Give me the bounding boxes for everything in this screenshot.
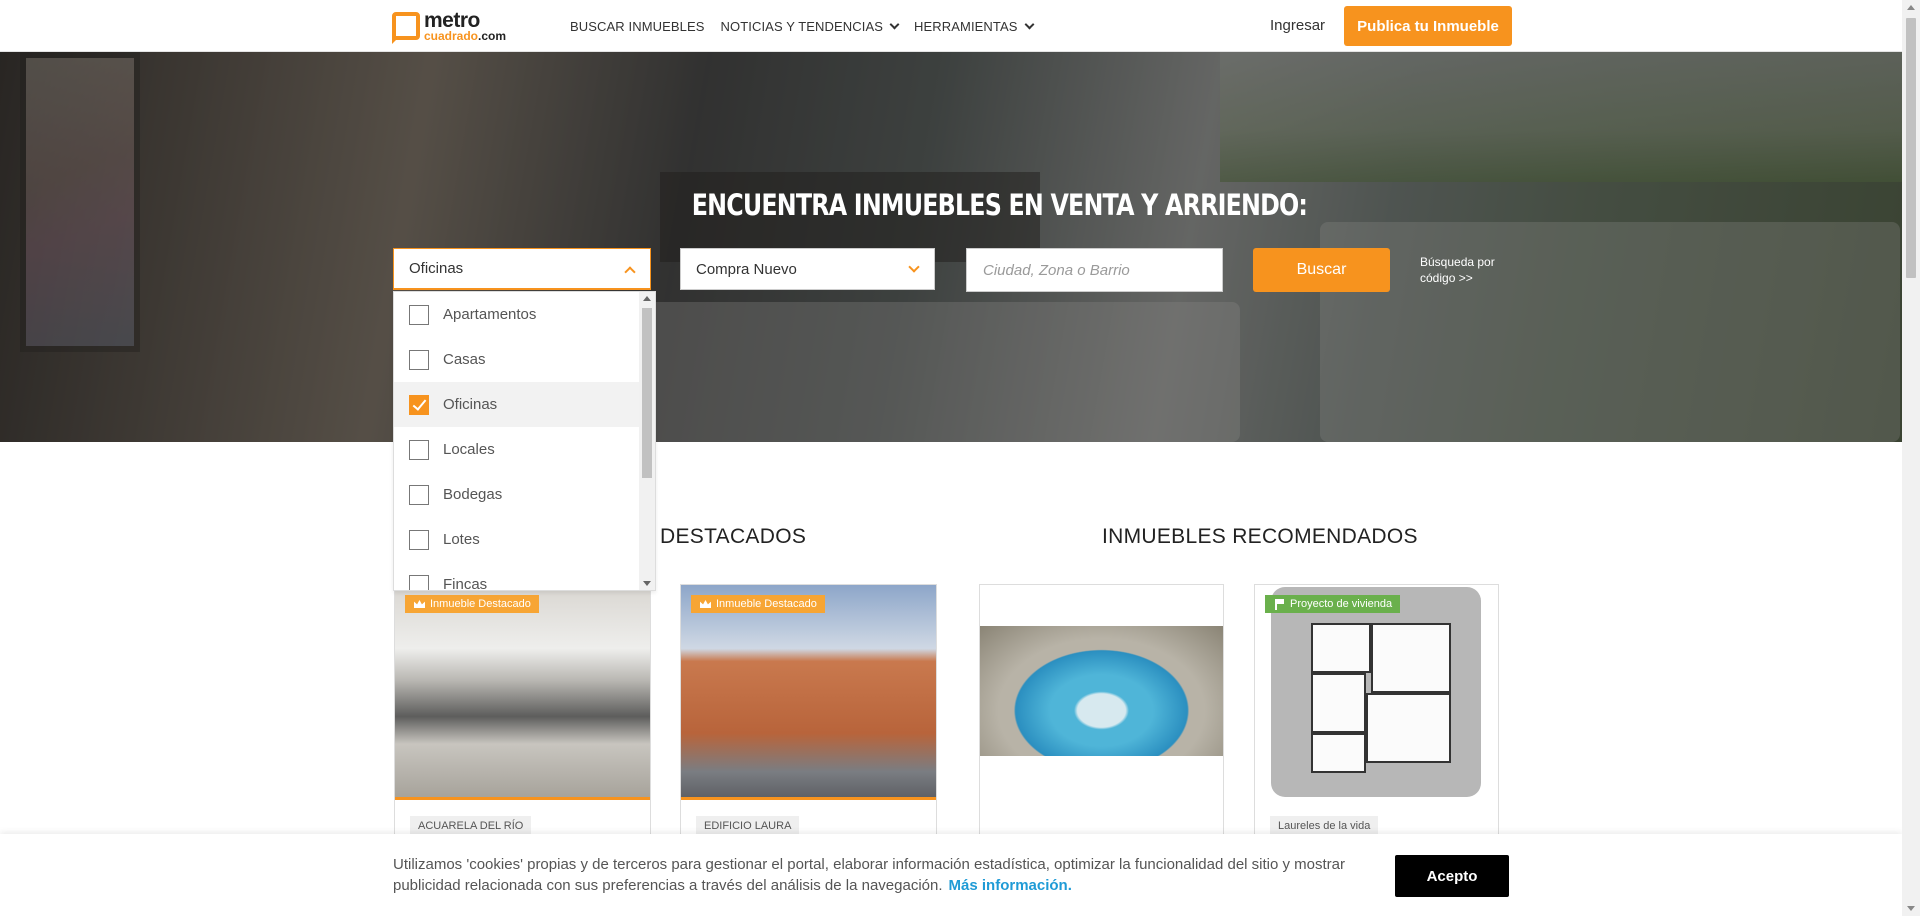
operation-value: Compra Nuevo: [696, 260, 797, 278]
property-type-value: Oficinas: [409, 260, 464, 277]
scroll-down-arrow-icon[interactable]: [1907, 906, 1915, 911]
hero-title: ENCUENTRA INMUEBLES EN VENTA Y ARRIENDO:: [691, 188, 1308, 222]
project-name-tag: EDIFICIO LAURA: [696, 816, 800, 836]
featured-badge: Inmueble Destacado: [691, 595, 825, 613]
dropdown-scrollbar[interactable]: [639, 292, 655, 590]
cookie-text-block: Utilizamos 'cookies' propias y de tercer…: [393, 854, 1353, 896]
checkbox-checked[interactable]: [409, 394, 429, 415]
logo-main-text: metro: [424, 9, 480, 32]
badge-label: Proyecto de vivienda: [1290, 598, 1393, 610]
project-name-tag: ACUARELA DEL RÍO: [410, 816, 532, 836]
featured-badge: Inmueble Destacado: [405, 595, 539, 613]
property-card[interactable]: [979, 584, 1224, 844]
option-label: Fincas: [443, 576, 488, 591]
flag-icon: [1275, 599, 1284, 610]
chevron-down-icon: [1024, 19, 1034, 29]
logo-icon: [392, 12, 420, 44]
dropdown-option-fincas[interactable]: Fincas: [394, 562, 640, 591]
logo-sub-word: cuadrado: [424, 29, 479, 43]
property-photo: [980, 585, 1223, 800]
option-label: Lotes: [443, 531, 480, 548]
dropdown-scroll-thumb[interactable]: [642, 308, 652, 478]
checkbox[interactable]: [409, 349, 429, 370]
nav-label: HERRAMIENTAS: [914, 18, 1018, 34]
logo-sub-text: cuadrado.com: [424, 30, 506, 42]
floor-plan-room: [1371, 623, 1451, 693]
floor-plan-room: [1311, 673, 1366, 733]
property-card[interactable]: Proyecto de vivienda Laureles de la vida: [1254, 584, 1499, 844]
nav-label: BUSCAR INMUEBLES: [570, 18, 705, 34]
project-badge: Proyecto de vivienda: [1265, 595, 1401, 613]
chevron-up-icon: [624, 266, 636, 278]
crown-icon: [700, 600, 711, 608]
option-label: Locales: [443, 441, 495, 458]
search-by-code-link[interactable]: Búsqueda por código >>: [1420, 254, 1510, 286]
recommended-section-title: INMUEBLES RECOMENDADOS: [1102, 525, 1418, 548]
cookie-banner: Utilizamos 'cookies' propias y de tercer…: [0, 834, 1902, 916]
accept-cookies-button[interactable]: Acepto: [1395, 855, 1509, 897]
hero-overlay: [0, 52, 1902, 442]
dropdown-option-lotes[interactable]: Lotes: [394, 517, 640, 562]
scroll-down-arrow-icon[interactable]: [643, 581, 651, 586]
chevron-down-icon: [908, 261, 920, 273]
property-type-dropdown: Apartamentos Casas Oficinas Locales Bode…: [393, 291, 656, 591]
nav-noticias-tendencias[interactable]: NOTICIAS Y TENDENCIAS: [720, 18, 900, 34]
nav-herramientas[interactable]: HERRAMIENTAS: [914, 18, 1034, 34]
login-link[interactable]: Ingresar: [1270, 17, 1325, 34]
badge-label: Inmueble Destacado: [430, 598, 531, 610]
main-nav: BUSCAR INMUEBLES NOTICIAS Y TENDENCIAS H…: [570, 0, 1049, 52]
dropdown-option-bodegas[interactable]: Bodegas: [394, 472, 640, 517]
hero-banner: ENCUENTRA INMUEBLES EN VENTA Y ARRIENDO:: [0, 52, 1902, 442]
checkbox[interactable]: [409, 529, 429, 550]
option-label: Bodegas: [443, 486, 503, 503]
checkbox[interactable]: [409, 304, 429, 325]
operation-select[interactable]: Compra Nuevo: [680, 248, 935, 290]
floor-plan-room: [1311, 733, 1366, 773]
page-scroll-thumb[interactable]: [1906, 18, 1916, 278]
dropdown-option-casas[interactable]: Casas: [394, 337, 640, 382]
option-label: Oficinas: [443, 396, 498, 413]
property-card[interactable]: Inmueble Destacado ACUARELA DEL RÍO: [394, 584, 651, 844]
dropdown-option-oficinas[interactable]: Oficinas: [394, 382, 640, 427]
property-photo: [395, 585, 650, 800]
city-search-input[interactable]: [966, 248, 1223, 292]
top-header: metro cuadrado.com BUSCAR INMUEBLES NOTI…: [0, 0, 1902, 52]
project-name-tag: Laureles de la vida: [1270, 816, 1379, 836]
chevron-down-icon: [889, 19, 900, 29]
property-card[interactable]: Inmueble Destacado EDIFICIO LAURA: [680, 584, 937, 844]
floor-plan-image: [1271, 587, 1481, 797]
floor-plan-room: [1311, 623, 1371, 673]
scroll-up-arrow-icon[interactable]: [643, 296, 651, 301]
floor-plan-room: [1366, 693, 1451, 763]
logo-dotcom: .com: [478, 29, 507, 43]
page-scrollbar[interactable]: [1902, 0, 1920, 916]
by-code-line1: Búsqueda por: [1420, 255, 1495, 269]
featured-section-title: DESTACADOS: [660, 525, 807, 548]
metrocuadrado-logo[interactable]: metro cuadrado.com: [392, 10, 506, 44]
pool-image: [980, 626, 1223, 756]
badge-label: Inmueble Destacado: [716, 598, 817, 610]
by-code-line2: código >>: [1420, 271, 1473, 285]
nav-label: NOTICIAS Y TENDENCIAS: [720, 18, 884, 34]
option-label: Casas: [443, 351, 486, 368]
checkbox[interactable]: [409, 439, 429, 460]
scroll-up-arrow-icon[interactable]: [1907, 5, 1915, 10]
dropdown-option-apartamentos[interactable]: Apartamentos: [394, 292, 640, 337]
property-photo: [681, 585, 936, 800]
logo-wordmark: metro cuadrado.com: [424, 10, 506, 42]
more-info-link[interactable]: Más información.: [949, 877, 1072, 894]
search-button[interactable]: Buscar: [1253, 248, 1390, 292]
cookie-text: Utilizamos 'cookies' propias y de tercer…: [393, 856, 1346, 894]
publish-property-button[interactable]: Publica tu Inmueble: [1344, 6, 1512, 46]
crown-icon: [414, 600, 425, 608]
option-label: Apartamentos: [443, 306, 537, 323]
property-photo: [1255, 585, 1498, 800]
property-type-select[interactable]: Oficinas: [393, 248, 651, 290]
nav-buscar-inmuebles[interactable]: BUSCAR INMUEBLES: [570, 19, 705, 34]
checkbox[interactable]: [409, 484, 429, 505]
dropdown-option-locales[interactable]: Locales: [394, 427, 640, 472]
checkbox[interactable]: [409, 574, 429, 590]
